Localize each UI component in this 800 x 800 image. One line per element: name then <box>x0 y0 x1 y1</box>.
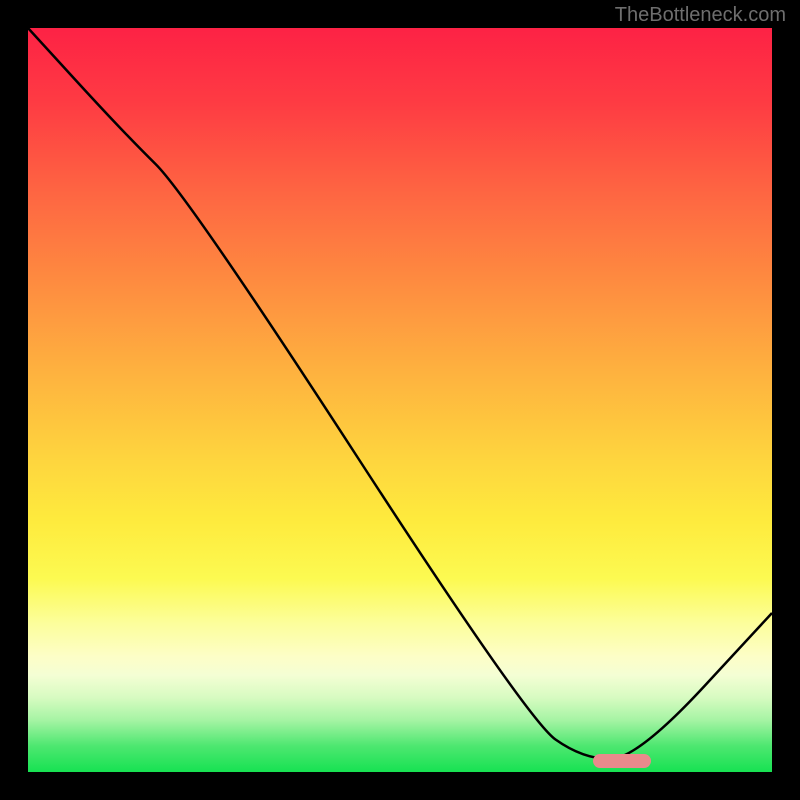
chart-area <box>28 28 772 772</box>
optimum-marker <box>593 754 651 768</box>
watermark-text: TheBottleneck.com <box>615 4 786 27</box>
curve-path <box>28 28 772 759</box>
bottleneck-curve <box>28 28 772 772</box>
